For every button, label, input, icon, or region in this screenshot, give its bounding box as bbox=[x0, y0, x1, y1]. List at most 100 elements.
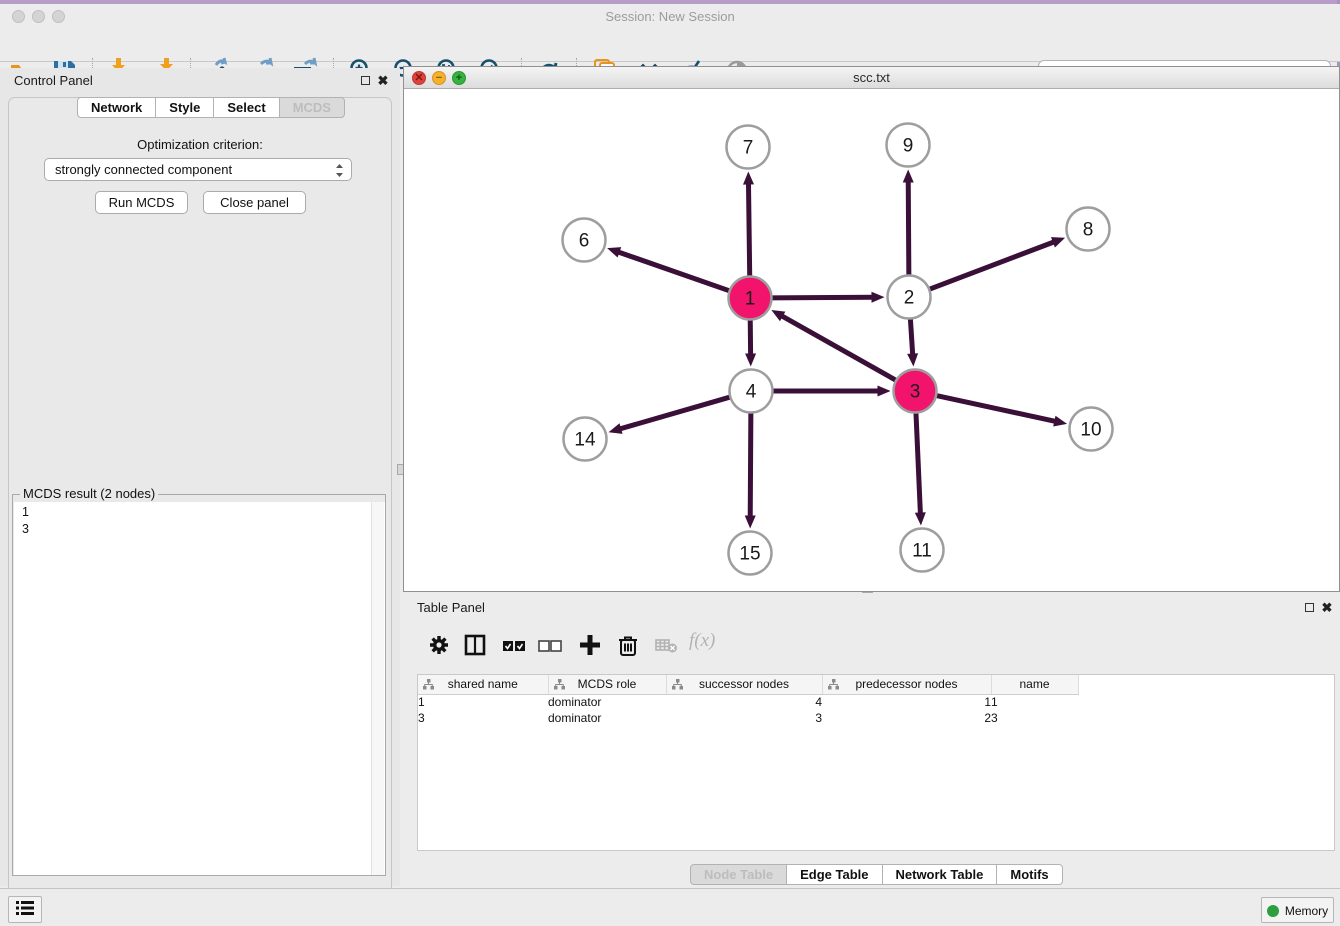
graph-arrowhead bbox=[1051, 237, 1065, 247]
table-header-row[interactable]: shared name MCDS role successor nodes pr… bbox=[418, 675, 1078, 694]
show-columns-icon[interactable] bbox=[462, 632, 488, 658]
status-bar: Memory bbox=[0, 888, 1340, 926]
tab-node-table[interactable]: Node Table bbox=[690, 864, 787, 885]
graph-arrowhead bbox=[878, 386, 891, 397]
delete-table-icon[interactable] bbox=[653, 632, 679, 658]
graph-edge-1-6[interactable] bbox=[618, 252, 732, 292]
graph-node-label: 15 bbox=[739, 544, 760, 565]
delete-row-trash-icon[interactable] bbox=[615, 632, 641, 658]
graph-arrowhead bbox=[907, 353, 918, 366]
optimization-criterion-select[interactable]: strongly connected component bbox=[44, 158, 352, 181]
graph-edge-3-1[interactable] bbox=[781, 315, 898, 381]
run-mcds-button[interactable]: Run MCDS bbox=[95, 191, 188, 214]
graph-arrowhead bbox=[915, 512, 926, 525]
graph-node-label: 9 bbox=[903, 136, 914, 157]
control-panel: Control Panel ✖ Network Style Select MCD… bbox=[0, 68, 400, 886]
graph-edge-3-11[interactable] bbox=[916, 410, 921, 514]
node-table-container: shared name MCDS role successor nodes pr… bbox=[417, 674, 1335, 851]
tab-network[interactable]: Network bbox=[77, 97, 156, 118]
titlebar[interactable]: Session: New Session bbox=[0, 4, 1340, 27]
optimization-criterion-label: Optimization criterion: bbox=[0, 137, 400, 152]
graph-arrowhead bbox=[745, 353, 756, 366]
network-view-window: ✕ − + scc.txt 7 9 6 8 1 2 4 3 14 10 15 11 bbox=[403, 66, 1340, 592]
graph-node-label: 14 bbox=[574, 430, 596, 451]
mcds-result-text[interactable]: 1 3 bbox=[14, 502, 385, 875]
column-predecessor-nodes[interactable]: predecessor nodes bbox=[822, 675, 991, 694]
graph-edge-1-2[interactable] bbox=[769, 297, 873, 298]
column-tree-icon bbox=[554, 679, 565, 693]
column-shared-name[interactable]: shared name bbox=[418, 675, 548, 694]
column-tree-icon bbox=[423, 679, 434, 693]
table-row[interactable]: 1 dominator 4 1 1 bbox=[418, 694, 1078, 710]
memory-button[interactable]: Memory bbox=[1261, 897, 1334, 923]
network-canvas[interactable]: 7 9 6 8 1 2 4 3 14 10 15 11 bbox=[404, 90, 1339, 591]
column-mcds-role[interactable]: MCDS role bbox=[548, 675, 666, 694]
mcds-result-title: MCDS result (2 nodes) bbox=[20, 486, 158, 501]
table-toolbar: f(x) bbox=[417, 624, 1326, 666]
tab-edge-table[interactable]: Edge Table bbox=[786, 864, 882, 885]
graph-node-label: 10 bbox=[1080, 420, 1101, 441]
network-window-titlebar[interactable]: ✕ − + scc.txt bbox=[404, 67, 1339, 89]
table-panel-tabs: Node Table Edge Table Network Table Moti… bbox=[690, 864, 1063, 885]
table-settings-gear-icon[interactable] bbox=[426, 632, 452, 658]
close-panel-icon[interactable]: ✖ bbox=[376, 74, 390, 88]
deselect-all-checkboxes-icon[interactable] bbox=[537, 632, 563, 658]
node-table[interactable]: shared name MCDS role successor nodes pr… bbox=[418, 675, 1079, 726]
graph-edge-4-14[interactable] bbox=[619, 396, 732, 429]
float-panel-icon[interactable] bbox=[358, 74, 372, 88]
column-name[interactable]: name bbox=[991, 675, 1078, 694]
graph-node-label: 3 bbox=[910, 382, 921, 403]
graph-edge-2-9[interactable] bbox=[908, 180, 909, 277]
graph-node-label: 2 bbox=[904, 288, 915, 309]
main-toolbar bbox=[0, 27, 1340, 62]
graph-edge-1-7[interactable] bbox=[748, 182, 749, 278]
list-icon bbox=[16, 900, 34, 916]
float-table-panel-icon[interactable] bbox=[1302, 601, 1316, 615]
graph-arrowhead bbox=[1053, 416, 1067, 427]
chevron-up-down-icon bbox=[334, 161, 345, 178]
graph-arrowhead bbox=[745, 515, 756, 528]
table-row[interactable]: 3 dominator 3 2 3 bbox=[418, 710, 1078, 726]
window-title: Session: New Session bbox=[0, 9, 1340, 24]
column-tree-icon bbox=[672, 679, 683, 693]
task-history-button[interactable] bbox=[8, 896, 42, 923]
graph-node-label: 4 bbox=[746, 382, 757, 403]
tab-style[interactable]: Style bbox=[155, 97, 214, 118]
close-panel-button[interactable]: Close panel bbox=[203, 191, 306, 214]
column-tree-icon bbox=[828, 679, 839, 693]
function-builder-icon[interactable]: f(x) bbox=[689, 630, 715, 652]
graph-edge-2-8[interactable] bbox=[927, 242, 1055, 290]
graph-arrowhead bbox=[607, 247, 621, 257]
mcds-result-groupbox: MCDS result (2 nodes) 1 3 bbox=[12, 494, 386, 876]
select-all-checkboxes-icon[interactable] bbox=[501, 632, 527, 658]
graph-arrowhead bbox=[609, 423, 623, 434]
graph-node-label: 7 bbox=[743, 138, 754, 159]
graph-node-label: 6 bbox=[579, 231, 590, 252]
graph-edge-4-15[interactable] bbox=[750, 410, 751, 517]
graph-node-label: 11 bbox=[912, 541, 932, 562]
graph-node-label: 8 bbox=[1083, 220, 1094, 241]
graph-arrowhead bbox=[903, 169, 914, 182]
graph-edge-2-3[interactable] bbox=[910, 316, 912, 355]
network-window-title: scc.txt bbox=[404, 70, 1339, 85]
tab-select[interactable]: Select bbox=[213, 97, 279, 118]
graph-edge-3-10[interactable] bbox=[934, 395, 1056, 421]
network-graph: 7 9 6 8 1 2 4 3 14 10 15 11 bbox=[404, 90, 1339, 591]
graph-arrowhead bbox=[743, 171, 754, 184]
control-panel-title: Control Panel bbox=[14, 73, 93, 88]
close-table-panel-icon[interactable]: ✖ bbox=[1320, 601, 1334, 615]
application-window: Session: New Session bbox=[0, 0, 1340, 926]
table-panel-title: Table Panel bbox=[417, 600, 485, 615]
control-panel-tabs: Network Style Select MCDS bbox=[77, 97, 345, 118]
graph-node-label: 1 bbox=[745, 289, 756, 310]
add-row-plus-icon[interactable] bbox=[577, 632, 603, 658]
graph-arrowhead bbox=[871, 292, 884, 303]
dropdown-selected-value: strongly connected component bbox=[55, 162, 232, 177]
result-scrollbar[interactable] bbox=[371, 502, 384, 875]
tab-network-table[interactable]: Network Table bbox=[882, 864, 998, 885]
memory-status-dot bbox=[1267, 905, 1279, 917]
tab-mcds[interactable]: MCDS bbox=[279, 97, 345, 118]
tab-motifs[interactable]: Motifs bbox=[996, 864, 1062, 885]
column-successor-nodes[interactable]: successor nodes bbox=[666, 675, 822, 694]
table-panel: Table Panel ✖ bbox=[403, 594, 1340, 886]
